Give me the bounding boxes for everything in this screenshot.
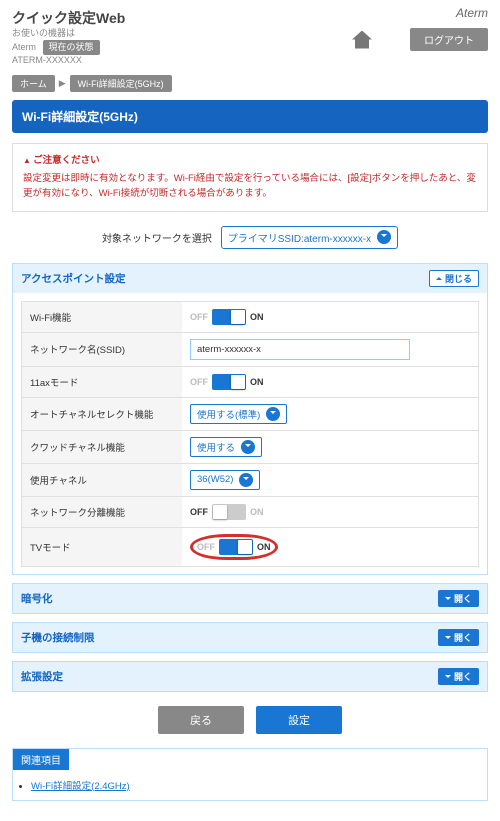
- highlight-circle: OFF ON: [190, 534, 278, 560]
- tv-mode-toggle[interactable]: OFF ON: [197, 539, 271, 555]
- warning-title: ご注意ください: [23, 154, 477, 168]
- row-ssid: ネットワーク名(SSID): [21, 332, 479, 367]
- row-tv-mode: TVモード OFF ON: [21, 527, 479, 567]
- row-11ax: 11axモード OFF ON: [21, 366, 479, 398]
- app-title: クイック設定Web: [12, 8, 488, 28]
- section-client-limit: 子機の接続制限 開く: [12, 622, 488, 653]
- quad-channel-select[interactable]: 使用する: [190, 437, 262, 457]
- section-encryption: 暗号化 開く: [12, 583, 488, 614]
- row-channel: 使用チャネル 36(W52): [21, 463, 479, 497]
- breadcrumb-current: Wi-Fi詳細設定(5GHz): [70, 75, 172, 92]
- isolation-toggle[interactable]: OFF ON: [190, 504, 264, 520]
- warning-text: 設定変更は即時に有効となります。Wi-Fi経由で設定を行っている場合には、[設定…: [23, 172, 477, 201]
- network-select-dropdown[interactable]: プライマリSSID:aterm-xxxxxx-x: [221, 226, 398, 249]
- header: クイック設定Web お使いの機器は Aterm 現在の状態 ATERM-XXXX…: [0, 0, 500, 71]
- ssid-input[interactable]: [190, 339, 410, 360]
- breadcrumb: ホーム ▶ Wi-Fi詳細設定(5GHz): [0, 71, 500, 100]
- chevron-down-icon: [239, 473, 253, 487]
- chevron-down-icon: [266, 407, 280, 421]
- wifi-toggle[interactable]: OFF ON: [190, 309, 264, 325]
- collapse-button[interactable]: 閉じる: [429, 270, 479, 287]
- home-icon[interactable]: [352, 31, 372, 49]
- submit-button[interactable]: 設定: [256, 706, 342, 734]
- section-extended: 拡張設定 開く: [12, 661, 488, 692]
- section-header-ap: アクセスポイント設定 閉じる: [13, 264, 487, 293]
- breadcrumb-home[interactable]: ホーム: [12, 75, 55, 92]
- chevron-right-icon: ▶: [59, 78, 66, 89]
- related-link-24ghz[interactable]: Wi-Fi詳細設定(2.4GHz): [31, 781, 130, 792]
- brand-logo: Aterm: [456, 6, 488, 20]
- row-auto-channel: オートチャネルセレクト機能 使用する(標準): [21, 397, 479, 431]
- chevron-down-icon: [377, 230, 391, 244]
- expand-button[interactable]: 開く: [438, 629, 479, 646]
- network-select-label: 対象ネットワークを選択: [102, 234, 212, 245]
- chevron-down-icon: [241, 440, 255, 454]
- row-quad-channel: クワッドチャネル機能 使用する: [21, 430, 479, 464]
- ax-toggle[interactable]: OFF ON: [190, 374, 264, 390]
- expand-button[interactable]: 開く: [438, 590, 479, 607]
- row-isolation: ネットワーク分離機能 OFF ON: [21, 496, 479, 528]
- network-select-row: 対象ネットワークを選択 プライマリSSID:aterm-xxxxxx-x: [12, 226, 488, 249]
- status-button[interactable]: 現在の状態: [43, 40, 100, 56]
- related-links: 関連項目 Wi-Fi詳細設定(2.4GHz): [12, 748, 488, 801]
- channel-select[interactable]: 36(W52): [190, 470, 260, 490]
- expand-button[interactable]: 開く: [438, 668, 479, 685]
- related-title: 関連項目: [13, 749, 69, 770]
- header-actions: ログアウト: [352, 28, 488, 51]
- page-title: Wi-Fi詳細設定(5GHz): [12, 100, 488, 133]
- auto-channel-select[interactable]: 使用する(標準): [190, 404, 287, 424]
- action-buttons: 戻る 設定: [12, 706, 488, 734]
- logout-button[interactable]: ログアウト: [410, 28, 488, 51]
- section-access-point: アクセスポイント設定 閉じる Wi-Fi機能 OFF ON ネットワーク名(SS…: [12, 263, 488, 575]
- row-wifi: Wi-Fi機能 OFF ON: [21, 301, 479, 333]
- warning-box: ご注意ください 設定変更は即時に有効となります。Wi-Fi経由で設定を行っている…: [12, 143, 488, 212]
- back-button[interactable]: 戻る: [158, 706, 244, 734]
